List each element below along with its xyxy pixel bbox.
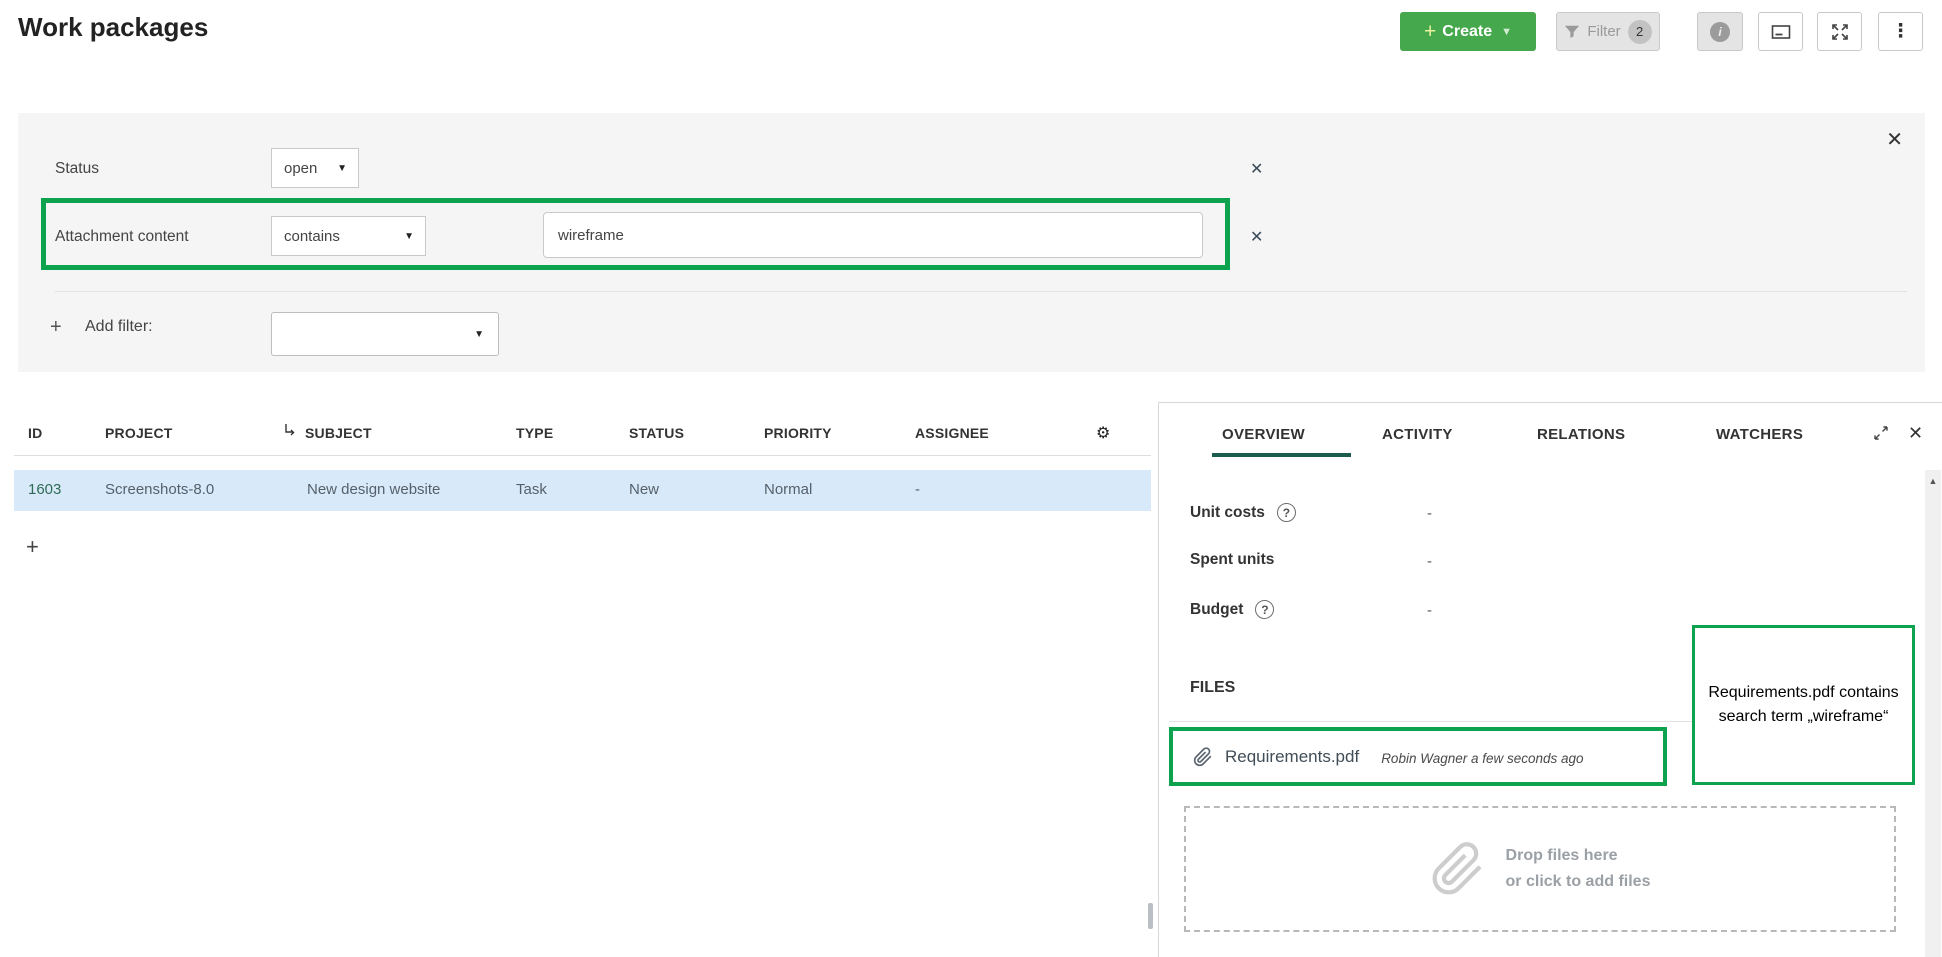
attachment-filter-input[interactable] [543,212,1203,258]
unit-costs-label: Unit costs [1190,504,1265,522]
gear-icon[interactable]: ⚙ [1096,423,1110,443]
page-title: Work packages [18,12,208,43]
spent-units-label: Spent units [1190,551,1274,569]
help-icon[interactable]: ? [1277,503,1296,522]
caret-down-icon: ▼ [1501,26,1512,38]
expand-panel-icon[interactable] [1873,425,1889,441]
spent-units-label-row: Spent units [1190,551,1274,569]
column-header-priority[interactable]: PRIORITY [764,425,832,441]
caret-down-icon: ▼ [474,329,484,340]
budget-label: Budget [1190,601,1243,619]
plus-icon: + [1424,21,1436,42]
column-header-type[interactable]: TYPE [516,425,553,441]
budget-label-row: Budget ? [1190,600,1274,619]
attachment-meta: Robin Wagner a few seconds ago [1381,751,1583,766]
budget-value: - [1427,602,1432,619]
dropzone-line2: or click to add files [1506,869,1651,895]
dropzone-line1: Drop files here [1506,843,1651,869]
close-panel-icon[interactable]: ✕ [1908,423,1923,444]
info-icon: i [1710,22,1730,42]
file-dropzone[interactable]: Drop files here or click to add files [1184,806,1896,932]
cell-assignee: - [915,481,920,498]
column-header-id[interactable]: ID [28,425,42,441]
info-button[interactable]: i [1697,12,1743,51]
filter-panel-close-icon[interactable]: ✕ [1886,127,1903,152]
tab-activity[interactable]: ACTIVITY [1382,426,1453,443]
kebab-icon: ⋮ [1891,20,1910,43]
attachment-operator-select[interactable]: contains ▼ [271,216,426,256]
panel-scrollbar[interactable]: ▲ [1925,470,1941,957]
remove-attachment-filter-icon[interactable]: ✕ [1250,227,1263,247]
annotation-note: Requirements.pdf contains search term „w… [1692,625,1915,785]
help-icon[interactable]: ? [1255,600,1274,619]
remove-status-filter-icon[interactable]: ✕ [1250,159,1263,179]
status-operator-select[interactable]: open ▼ [271,148,359,188]
column-header-subject[interactable]: SUBJECT [305,425,372,441]
status-operator-value: open [284,160,317,177]
cell-type: Task [516,481,547,498]
cell-status: New [629,481,659,498]
add-filter-label: Add filter: [85,318,153,336]
scroll-up-icon[interactable]: ▲ [1925,476,1941,486]
filter-panel: ✕ Status open ▼ ✕ Attachment content con… [18,113,1925,372]
column-header-assignee[interactable]: ASSIGNEE [915,425,989,441]
hierarchy-icon[interactable] [283,423,295,436]
tab-watchers[interactable]: WATCHERS [1716,426,1803,443]
funnel-icon [1564,24,1580,40]
filter-button[interactable]: Filter 2 [1556,12,1660,51]
add-filter-plus-icon[interactable]: + [50,316,62,339]
unit-costs-label-row: Unit costs ? [1190,503,1296,522]
work-package-id-link[interactable]: 1603 [28,481,61,498]
view-settings-button[interactable] [1758,12,1803,51]
cell-subject: New design website [307,481,440,498]
attachment-operator-value: contains [284,228,340,245]
filter-separator [55,291,1907,292]
filter-count-badge: 2 [1628,20,1652,44]
fullscreen-icon [1831,23,1849,41]
spent-units-value: - [1427,553,1432,570]
fullscreen-button[interactable] [1817,12,1862,51]
column-header-project[interactable]: PROJECT [105,425,173,441]
work-packages-screen: Work packages + Create ▼ Filter 2 i ⋮ ✕ … [0,0,1942,957]
more-menu-button[interactable]: ⋮ [1878,12,1923,51]
cell-project: Screenshots-8.0 [105,481,214,498]
attachment-highlight-box: Requirements.pdf Robin Wagner a few seco… [1169,727,1667,786]
panel-resize-handle[interactable] [1148,903,1153,929]
dropzone-text: Drop files here or click to add files [1506,843,1651,896]
details-view-icon [1771,24,1791,40]
create-button-label: Create [1442,23,1492,41]
filter-button-label: Filter [1587,23,1620,40]
create-button[interactable]: + Create ▼ [1400,12,1536,51]
cell-priority: Normal [764,481,812,498]
unit-costs-value: - [1427,505,1432,522]
column-header-status[interactable]: STATUS [629,425,684,441]
caret-down-icon: ▼ [337,163,347,174]
paperclip-icon [1430,841,1486,897]
attachment-file-link[interactable]: Requirements.pdf [1225,747,1359,767]
attachment-filter-label: Attachment content [55,228,189,246]
paperclip-icon [1193,747,1213,767]
table-header-divider [14,455,1151,456]
tab-relations[interactable]: RELATIONS [1537,426,1625,443]
status-filter-label: Status [55,160,99,178]
files-heading: FILES [1190,679,1235,697]
add-filter-select[interactable]: ▼ [271,312,499,356]
tab-overview[interactable]: OVERVIEW [1222,426,1305,443]
active-tab-underline [1212,453,1351,457]
add-work-package-button[interactable]: + [26,534,39,560]
caret-down-icon: ▼ [404,231,414,242]
